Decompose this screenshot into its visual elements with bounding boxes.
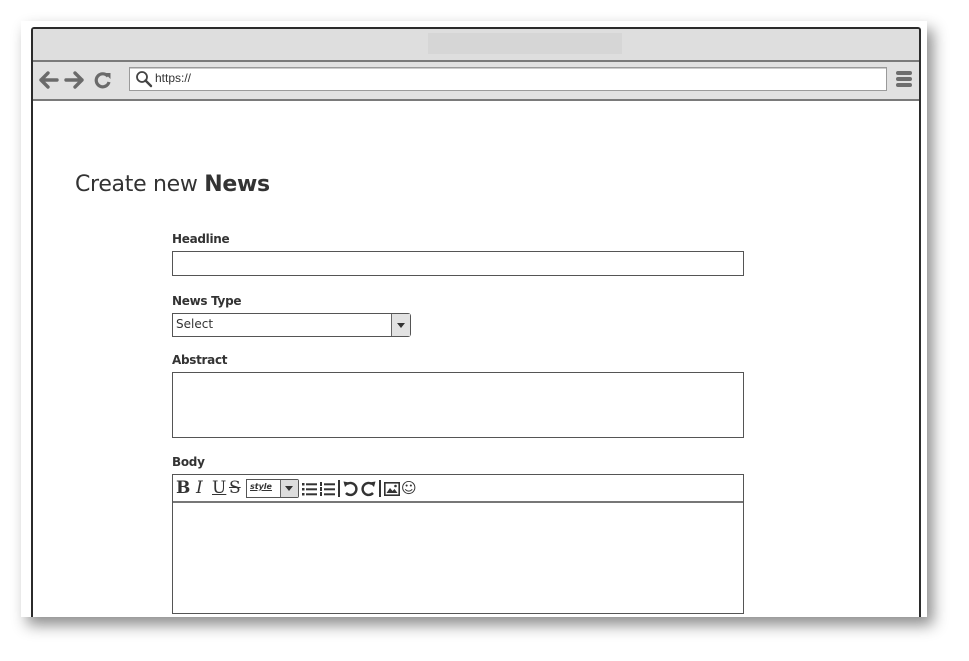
strikethrough-button[interactable]: S bbox=[229, 478, 241, 498]
headline-input[interactable] bbox=[172, 251, 744, 276]
news-type-select[interactable]: Select bbox=[172, 313, 411, 337]
style-selected: style bbox=[250, 482, 272, 491]
news-type-selected: Select bbox=[176, 317, 214, 331]
chevron-down-icon bbox=[285, 486, 293, 491]
arrow-left-icon[interactable] bbox=[38, 68, 60, 92]
editor-toolbar: B I U S style ☺ bbox=[173, 475, 743, 503]
tab-placeholder[interactable] bbox=[428, 33, 622, 54]
underline-button[interactable]: U bbox=[212, 478, 226, 498]
headline-label: Headline bbox=[172, 232, 230, 246]
body-label: Body bbox=[172, 455, 205, 469]
page-title: Create new News bbox=[75, 172, 270, 197]
arrow-right-icon[interactable] bbox=[63, 68, 85, 92]
image-icon[interactable] bbox=[384, 482, 400, 496]
italic-button[interactable]: I bbox=[196, 478, 203, 498]
reload-icon[interactable] bbox=[92, 68, 114, 92]
bulleted-list-icon[interactable] bbox=[301, 481, 318, 497]
toolbar-separator bbox=[338, 480, 340, 497]
style-select[interactable]: style bbox=[246, 479, 299, 498]
emoji-icon[interactable]: ☺ bbox=[401, 478, 417, 498]
body-rich-text-editor: B I U S style ☺ bbox=[172, 474, 744, 614]
chevron-down-icon bbox=[397, 323, 405, 328]
title-bar bbox=[33, 29, 919, 62]
abstract-label: Abstract bbox=[172, 353, 228, 367]
hamburger-menu-icon[interactable] bbox=[896, 71, 912, 89]
news-type-label: News Type bbox=[172, 294, 242, 308]
bold-button[interactable]: B bbox=[176, 478, 190, 498]
redo-icon[interactable] bbox=[360, 480, 377, 497]
url-text: https:// bbox=[155, 71, 192, 85]
style-dropdown-button[interactable] bbox=[280, 480, 298, 497]
page-title-prefix: Create new bbox=[75, 172, 205, 197]
abstract-textarea[interactable] bbox=[172, 372, 744, 438]
search-icon bbox=[136, 71, 153, 88]
undo-icon[interactable] bbox=[342, 480, 359, 497]
browser-toolbar: https:// bbox=[33, 62, 919, 101]
numbered-list-icon[interactable] bbox=[319, 481, 336, 497]
browser-window: https:// Create new News Headline News T… bbox=[31, 27, 921, 617]
toolbar-separator bbox=[379, 480, 381, 497]
news-type-dropdown-button[interactable] bbox=[391, 314, 410, 336]
page-title-entity: News bbox=[204, 172, 270, 197]
url-bar[interactable]: https:// bbox=[129, 67, 887, 91]
body-editor-content[interactable] bbox=[173, 503, 743, 613]
